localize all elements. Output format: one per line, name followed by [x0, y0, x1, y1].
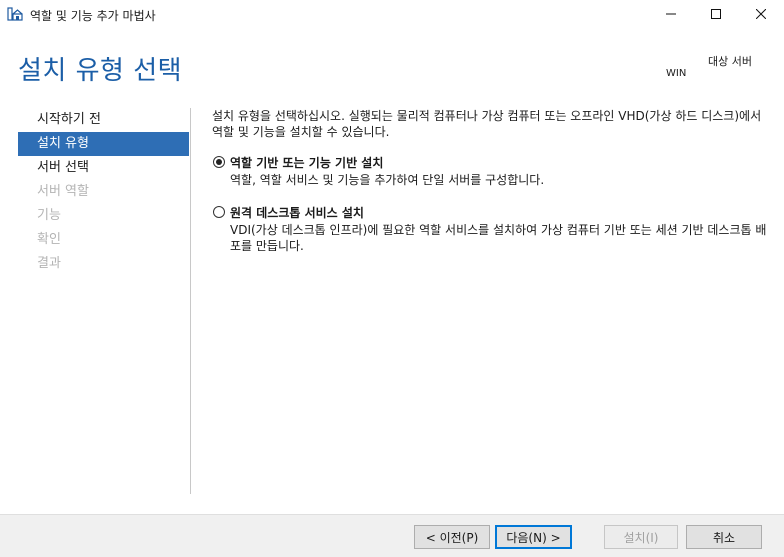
wizard-steps-nav: 시작하기 전 설치 유형 서버 선택 서버 역할 기능 확인 결과 — [18, 108, 189, 276]
wizard-footer: < 이전(P) 다음(N) > 설치(I) 취소 — [0, 514, 784, 557]
wizard-header: 설치 유형 선택 대상 서버 WIN — [0, 30, 784, 102]
radio-role-based[interactable] — [213, 156, 225, 168]
radio-remote-desktop[interactable] — [213, 206, 225, 218]
nav-item-confirmation: 확인 — [37, 232, 61, 247]
option-role-based-description: 역할, 역할 서비스 및 기능을 추가하여 단일 서버를 구성합니다. — [230, 173, 545, 187]
minimize-button[interactable] — [648, 0, 693, 30]
install-button: 설치(I) — [604, 525, 678, 549]
target-server-value: WIN — [666, 68, 687, 79]
server-manager-icon — [7, 7, 23, 22]
window-title: 역할 및 기능 추가 마법사 — [30, 9, 156, 23]
nav-item-results: 결과 — [37, 256, 61, 271]
option-remote-desktop-description: VDI(가상 데스크톱 인프라)에 필요한 역할 서비스를 설치하여 가상 컴퓨… — [230, 223, 767, 253]
page-title: 설치 유형 선택 — [18, 56, 183, 86]
nav-item-server-roles: 서버 역할 — [37, 184, 89, 199]
option-role-based-label[interactable]: 역할 기반 또는 기능 기반 설치 — [230, 154, 383, 171]
intro-text: 설치 유형을 선택하십시오. 실행되는 물리적 컴퓨터나 가상 컴퓨터 또는 오… — [212, 109, 762, 139]
nav-item-installation-type[interactable]: 설치 유형 — [18, 132, 189, 156]
maximize-button[interactable] — [693, 0, 738, 30]
main-content: 설치 유형을 선택하십시오. 실행되는 물리적 컴퓨터나 가상 컴퓨터 또는 오… — [212, 108, 772, 253]
nav-divider — [190, 108, 191, 494]
close-icon — [755, 8, 766, 22]
nav-item-features: 기능 — [37, 208, 61, 223]
title-bar: 역할 및 기능 추가 마법사 — [0, 0, 784, 30]
next-button[interactable]: 다음(N) > — [495, 525, 572, 549]
nav-item-before-you-begin[interactable]: 시작하기 전 — [18, 108, 189, 132]
maximize-icon — [710, 8, 721, 22]
previous-button[interactable]: < 이전(P) — [414, 525, 490, 549]
nav-item-server-selection[interactable]: 서버 선택 — [18, 156, 189, 180]
cancel-button[interactable]: 취소 — [686, 525, 762, 549]
minimize-icon — [665, 8, 676, 22]
close-button[interactable] — [738, 0, 783, 30]
option-remote-desktop-label[interactable]: 원격 데스크톱 서비스 설치 — [230, 204, 364, 221]
target-server-label: 대상 서버 — [708, 55, 752, 68]
